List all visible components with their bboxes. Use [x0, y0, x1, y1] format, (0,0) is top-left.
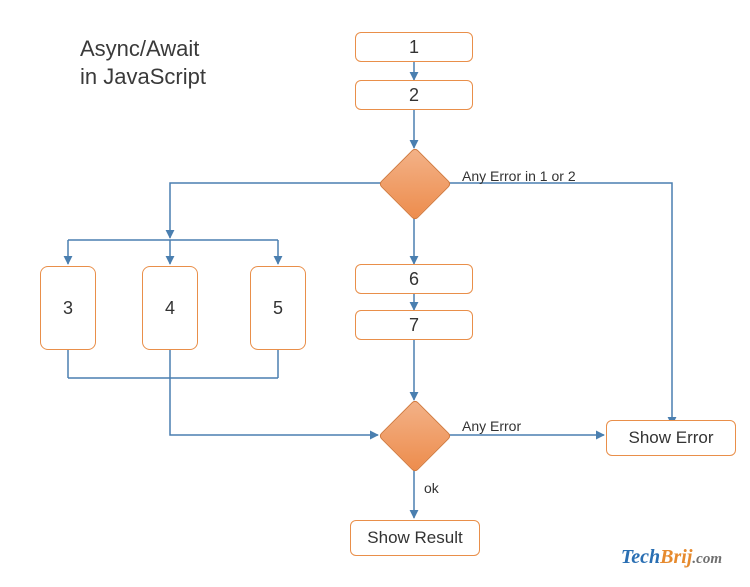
step-2-label: 2: [409, 85, 419, 106]
brand-part-3: .com: [692, 551, 722, 567]
step-3-label: 3: [63, 298, 73, 319]
step-1-label: 1: [409, 37, 419, 58]
brand-part-1: Tech: [621, 546, 660, 568]
step-4-label: 4: [165, 298, 175, 319]
step-3: 3: [40, 266, 96, 350]
step-5: 5: [250, 266, 306, 350]
show-error-label: Show Error: [628, 428, 713, 448]
show-error-box: Show Error: [606, 420, 736, 456]
label-any-error-1-2: Any Error in 1 or 2: [462, 168, 576, 184]
brand-logo: TechBrij.com: [621, 546, 722, 569]
show-result-box: Show Result: [350, 520, 480, 556]
step-4: 4: [142, 266, 198, 350]
step-5-label: 5: [273, 298, 283, 319]
brand-part-2: Brij: [660, 546, 692, 568]
title-line-2: in JavaScript: [80, 63, 206, 91]
show-result-label: Show Result: [367, 528, 462, 548]
diagram-canvas: Async/Await in JavaScript: [0, 0, 750, 587]
step-7: 7: [355, 310, 473, 340]
step-1: 1: [355, 32, 473, 62]
step-7-label: 7: [409, 315, 419, 336]
label-ok: ok: [424, 480, 439, 496]
decision-1: [379, 148, 449, 218]
diagram-title: Async/Await in JavaScript: [80, 35, 206, 90]
step-6: 6: [355, 264, 473, 294]
step-2: 2: [355, 80, 473, 110]
title-line-1: Async/Await: [80, 35, 206, 63]
label-any-error: Any Error: [462, 418, 521, 434]
diamond-icon: [378, 147, 452, 221]
decision-2: [379, 400, 449, 470]
diamond-icon: [378, 399, 452, 473]
step-6-label: 6: [409, 269, 419, 290]
